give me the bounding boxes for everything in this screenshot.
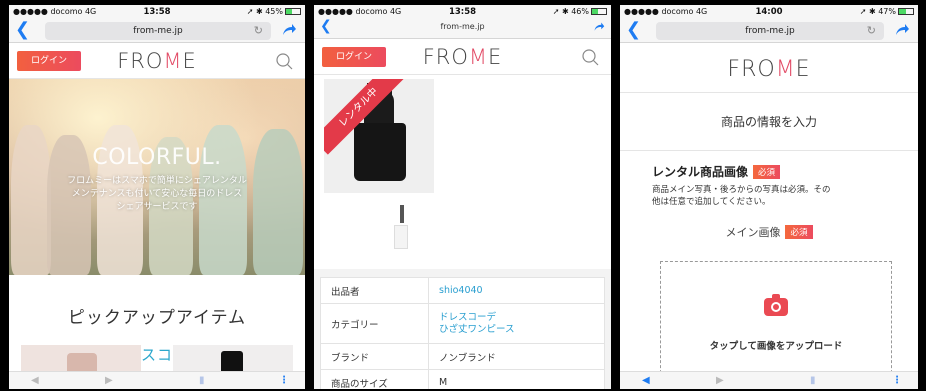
url-field[interactable]: from-me.jp ↻	[656, 22, 884, 40]
fromme-logo[interactable]: FROME	[314, 45, 611, 69]
detail-key: 商品のサイズ	[320, 369, 429, 389]
url-field[interactable]: from-me.jp ↻	[45, 22, 271, 40]
battery-icon	[591, 8, 607, 15]
reload-icon[interactable]: ↻	[254, 22, 263, 40]
bookmarks-icon[interactable]: ▮	[199, 374, 205, 388]
browser-url-bar: ❮ from-me.jp ↻	[620, 19, 918, 43]
hero-tagline: フロムミーはスマホで簡単にシェアレンタル メンテナンスも付いて安心な毎日のドレス…	[67, 176, 247, 212]
back-arrow-icon[interactable]: ❮	[626, 21, 641, 39]
share-icon[interactable]	[593, 21, 605, 33]
browser-toolbar: ◀ ▶ ▮ ⋮	[9, 371, 305, 389]
site-header: FROME	[620, 43, 918, 93]
fromme-logo[interactable]: FROME	[620, 57, 918, 82]
site-header: ログイン FROME	[314, 39, 611, 75]
category-link-2[interactable]: ひざ丈ワンピース	[439, 324, 594, 336]
back-arrow-icon[interactable]: ❮	[15, 21, 30, 39]
toolbar-forward-icon[interactable]: ▶	[105, 374, 113, 388]
toolbar-back-icon[interactable]: ◀	[642, 374, 650, 388]
reload-icon[interactable]: ↻	[867, 22, 876, 40]
phone-home: ●●●●● docomo 4G 13:58 ➚ ✱ 45% ❮ from-me.…	[9, 5, 305, 389]
search-icon[interactable]	[275, 52, 293, 70]
product-thumbnail[interactable]	[394, 225, 408, 249]
camera-icon	[764, 294, 788, 316]
table-row: カテゴリー ドレスコーデ ひざ丈ワンピース	[320, 303, 605, 344]
share-icon[interactable]	[281, 22, 297, 38]
battery-icon	[285, 8, 301, 15]
phone-product: ●●●●● docomo 4G 13:58 ➚ ✱ 46% ❮ from-me.…	[314, 5, 611, 389]
url-text[interactable]: from-me.jp	[314, 22, 611, 31]
status-right: ➚ ✱ 45%	[247, 7, 301, 16]
gallery-indicator	[400, 205, 404, 223]
fromme-logo[interactable]: FROME	[9, 49, 305, 73]
share-icon[interactable]	[894, 22, 910, 38]
details-table: 出品者 shio4040 カテゴリー ドレスコーデ ひざ丈ワンピース ブランド …	[320, 277, 605, 389]
category-links: ドレスコーデ ひざ丈ワンピース	[428, 303, 605, 344]
search-icon[interactable]	[581, 48, 599, 66]
product-details: 出品者 shio4040 カテゴリー ドレスコーデ ひざ丈ワンピース ブランド …	[314, 269, 611, 389]
image-upload-dropzone[interactable]: タップして画像をアップロード	[660, 261, 892, 383]
pickup-item-1[interactable]	[21, 345, 141, 371]
category-link-1[interactable]: ドレスコーデ	[439, 312, 594, 324]
screenshot-collage: ●●●●● docomo 4G 13:58 ➚ ✱ 45% ❮ from-me.…	[0, 0, 926, 391]
site-header: ログイン FROME	[9, 43, 305, 79]
upload-prompt: タップして画像をアップロード	[709, 341, 843, 352]
pickup-title: ピックアップアイテム	[67, 308, 247, 328]
status-bar: ●●●●● docomo 4G 13:58 ➚ ✱ 46%	[314, 5, 611, 19]
detail-key: カテゴリー	[320, 303, 429, 344]
section-title: レンタル商品画像 必須	[652, 163, 918, 180]
status-bar: ●●●●● docomo 4G 14:00 ➚ ✱ 47%	[620, 5, 918, 19]
toolbar-back-icon[interactable]: ◀	[31, 374, 39, 388]
status-right: ➚ ✱ 46%	[553, 7, 607, 16]
url-text: from-me.jp	[745, 26, 795, 36]
status-indicators: ➚ ✱ 46%	[552, 7, 589, 16]
pickup-thumbnails	[21, 345, 293, 371]
detail-key: 出品者	[320, 277, 429, 304]
toolbar-forward-icon[interactable]: ▶	[716, 374, 724, 388]
status-indicators: ➚ ✱ 45%	[246, 7, 283, 16]
seller-link[interactable]: shio4040	[428, 277, 605, 304]
bookmarks-icon[interactable]: ▮	[810, 374, 816, 388]
required-badge: 必須	[753, 165, 781, 179]
status-indicators: ➚ ✱ 47%	[859, 7, 896, 16]
status-right: ➚ ✱ 47%	[860, 7, 914, 16]
product-gallery: レンタル中	[314, 75, 611, 263]
detail-value: M	[428, 369, 605, 389]
hero-headline: COLORFUL.	[92, 145, 222, 170]
pickup-item-2[interactable]	[173, 345, 293, 371]
browser-url-bar: ❮ from-me.jp ↻	[9, 19, 305, 43]
product-main-image[interactable]: レンタル中	[324, 79, 434, 193]
detail-key: ブランド	[320, 343, 429, 370]
status-bar: ●●●●● docomo 4G 13:58 ➚ ✱ 45%	[9, 5, 305, 19]
required-badge: 必須	[785, 225, 813, 239]
table-row: 出品者 shio4040	[320, 277, 605, 304]
table-row: ブランド ノンブランド	[320, 343, 605, 370]
browser-url-bar: ❮ from-me.jp	[314, 19, 611, 39]
main-image-label: メイン画像 必須	[620, 224, 918, 240]
phone-listing-form: ●●●●● docomo 4G 14:00 ➚ ✱ 47% ❮ from-me.…	[620, 5, 918, 389]
more-icon[interactable]: ⋮	[279, 374, 289, 388]
browser-toolbar: ◀ ▶ ▮ ⋮	[620, 371, 918, 389]
hero-banner[interactable]: COLORFUL. フロムミーはスマホで簡単にシェアレンタル メンテナンスも付い…	[9, 79, 305, 275]
url-text: from-me.jp	[133, 26, 183, 36]
upload-note: 商品メイン写真・後ろからの写真は必須。その 他は任意で追加してください。	[652, 185, 831, 207]
table-row: 商品のサイズ M	[320, 369, 605, 389]
form-heading: 商品の情報を入力	[620, 93, 918, 151]
more-icon[interactable]: ⋮	[892, 374, 902, 388]
detail-value: ノンブランド	[428, 343, 605, 370]
battery-icon	[898, 8, 914, 15]
